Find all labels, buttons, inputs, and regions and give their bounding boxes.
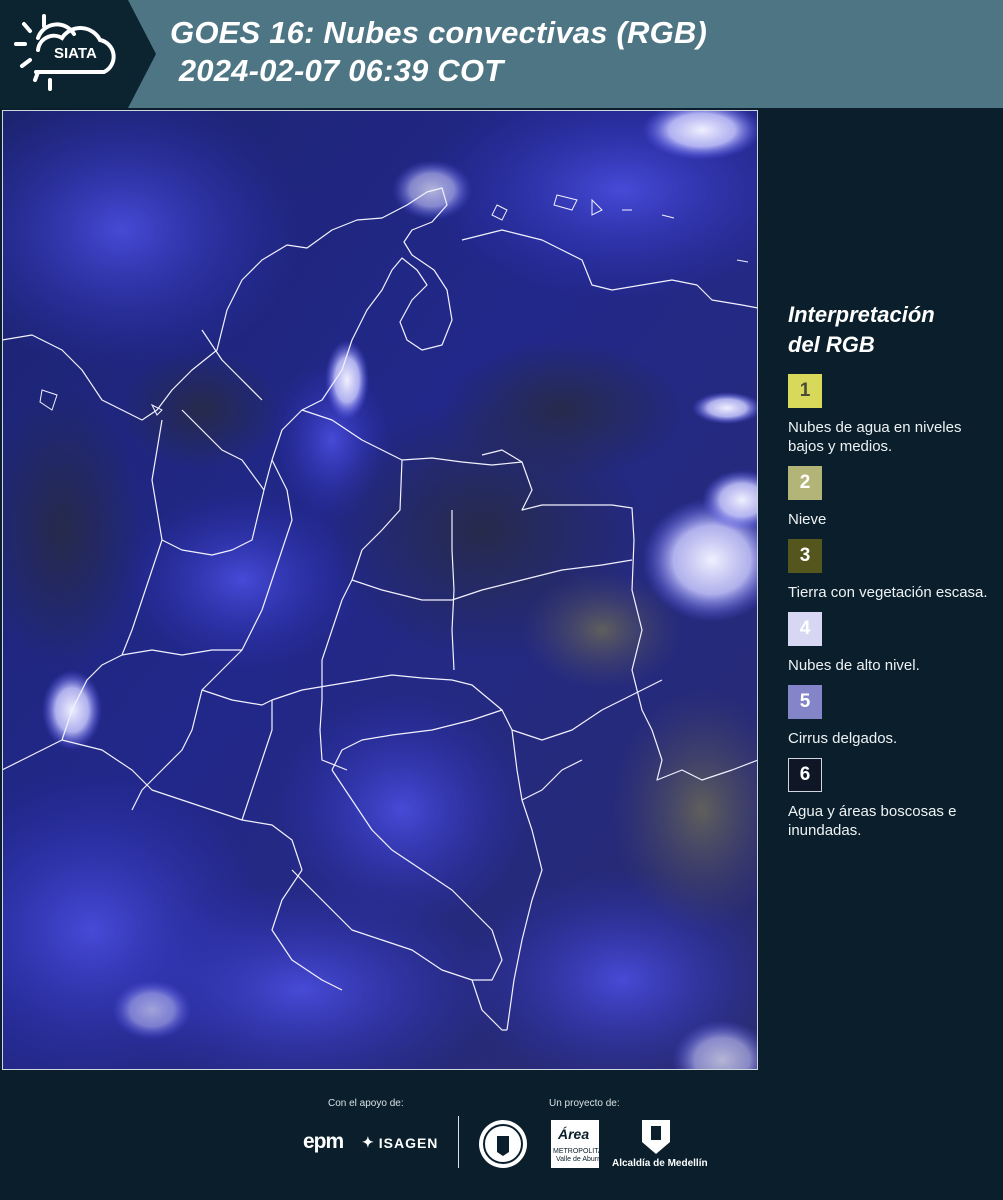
legend-label: Nieve: [788, 511, 827, 528]
legend-swatch: 5: [788, 685, 822, 719]
rgb-legend: Interpretación del RGB 1 Nubes de agua en…: [788, 300, 993, 850]
logo-text: SIATA: [54, 45, 97, 62]
medellin-shield-icon: [642, 1120, 670, 1154]
isagen-logo: ✦ ISAGEN: [362, 1134, 438, 1151]
header-chevron: [128, 0, 156, 108]
legend-swatch: 1: [788, 374, 822, 408]
legend-label: Nubes de alto nivel.: [788, 657, 920, 674]
footer: Con el apoyo de: Un proyecto de: epm ✦ I…: [0, 1070, 1003, 1200]
legend-swatch: 2: [788, 466, 822, 500]
support-label: Con el apoyo de:: [328, 1098, 404, 1109]
legend-title: Interpretación del RGB: [788, 300, 993, 360]
university-seal-icon: [479, 1120, 527, 1168]
legend-items: 1 Nubes de agua en niveles bajos y medios…: [788, 374, 993, 840]
isagen-label: ISAGEN: [378, 1134, 439, 1151]
legend-swatch: 4: [788, 612, 822, 646]
area-logo-sub2: Valle de Aburrá: [556, 1156, 604, 1163]
header-bar: SIATA GOES 16: Nubes convectivas (RGB) 2…: [0, 0, 1003, 108]
footer-divider: [458, 1116, 459, 1168]
alcaldia-label: Alcaldía de Medellín: [612, 1158, 708, 1169]
siata-logo[interactable]: SIATA: [0, 0, 128, 108]
isagen-icon: ✦: [362, 1134, 375, 1150]
legend-title-line1: Interpretación: [788, 302, 935, 327]
epm-logo: epm: [303, 1130, 344, 1153]
area-logo-text: Área: [558, 1126, 590, 1142]
page-title: GOES 16: Nubes convectivas (RGB) 2024-02…: [170, 14, 707, 90]
title-product: GOES 16: Nubes convectivas (RGB): [170, 15, 708, 50]
legend-item-2: 2 Nieve: [788, 466, 993, 529]
legend-item-6: 6 Agua y áreas boscosas e inundadas.: [788, 758, 993, 840]
legend-label: Agua y áreas boscosas e inundadas.: [788, 803, 957, 839]
legend-label: Cirrus delgados.: [788, 730, 898, 747]
legend-title-line2: del RGB: [788, 332, 875, 357]
legend-item-3: 3 Tierra con vegetación escasa.: [788, 539, 993, 602]
legend-label: Tierra con vegetación escasa.: [788, 584, 988, 601]
legend-swatch: 3: [788, 539, 822, 573]
map-image: [2, 110, 758, 1070]
title-timestamp: 2024-02-07 06:39 COT: [170, 53, 504, 88]
legend-item-4: 4 Nubes de alto nivel.: [788, 612, 993, 675]
project-label: Un proyecto de:: [549, 1098, 620, 1109]
legend-item-5: 5 Cirrus delgados.: [788, 685, 993, 748]
satellite-map[interactable]: [2, 110, 758, 1070]
legend-swatch: 6: [788, 758, 822, 792]
legend-item-1: 1 Nubes de agua en niveles bajos y medios…: [788, 374, 993, 456]
area-logo-sub: METROPOLITANA: [553, 1148, 613, 1155]
legend-label: Nubes de agua en niveles bajos y medios.: [788, 419, 962, 455]
